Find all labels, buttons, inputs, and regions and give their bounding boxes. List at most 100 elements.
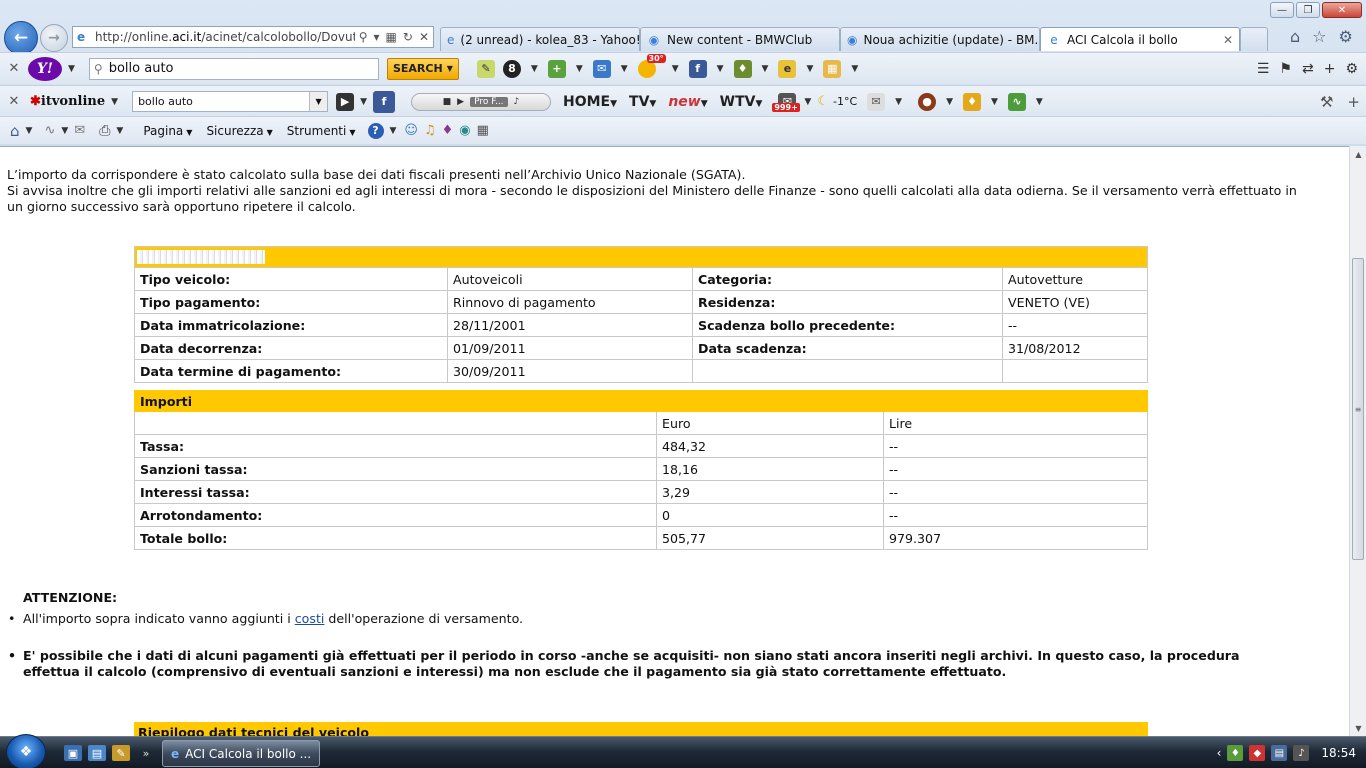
network-icon[interactable]: ▤ [1271,745,1288,761]
play-icon[interactable]: ▶ [457,97,464,107]
menu-strumenti[interactable]: Strumenti ▼ [287,124,356,138]
show-desktop-icon[interactable]: ▣ [64,745,82,761]
costi-link[interactable]: costi [295,611,325,626]
menu-sicurezza[interactable]: Sicurezza ▼ [206,124,272,138]
feeds-icon[interactable]: ∿ [44,123,55,138]
tab-bmwclub-noua-achizitie[interactable]: ◉ Noua achizitie (update) - BM... [840,27,1040,51]
tools-icon[interactable]: ▦ [477,123,489,138]
itv-search-input[interactable]: bollo auto ▼ [132,91,329,112]
chevron-down-icon[interactable]: ▼ [116,126,123,136]
tab-aci-calcola-bollo[interactable]: e ACI Calcola il bollo ✕ [1040,27,1240,51]
research-icon[interactable]: ♫ [424,123,436,138]
chevron-down-icon[interactable]: ▼ [895,97,902,107]
stop-icon[interactable]: ✕ [419,30,429,44]
chevron-down-icon[interactable]: ▼ [762,64,769,74]
address-url[interactable]: http://online.aci.it/acinet/calcolobollo… [95,30,355,44]
print-icon[interactable]: ⎙ [99,123,110,139]
minimize-button[interactable]: — [1270,2,1294,18]
volume-icon[interactable]: ♪ [514,97,520,107]
inbox-icon[interactable]: ✉ 999+ [772,92,800,112]
more-quicklaunch-icon[interactable]: » [140,745,152,761]
plus-icon[interactable]: + [1347,93,1360,111]
volume-icon[interactable]: ♪ [1293,745,1310,761]
menu-home[interactable]: HOME▼ [563,94,617,110]
chevron-down-icon[interactable]: ▼ [621,64,628,74]
favorites-star-icon[interactable]: ☆ [1312,27,1326,46]
explorer-icon[interactable]: ▤ [88,745,106,761]
close-tab-icon[interactable]: ✕ [1217,33,1233,47]
notes-icon[interactable]: ▦ [823,59,842,78]
swap-icon[interactable]: ⇄ [1302,61,1314,77]
clock[interactable]: 18:54 [1321,746,1356,760]
yahoo-search-button[interactable]: SEARCH ▼ [386,57,459,80]
home-icon[interactable]: ⌂ [10,122,20,140]
settings-icon[interactable]: ⚙ [1345,61,1358,77]
address-bar[interactable]: e http://online.aci.it/acinet/calcolobol… [72,26,434,48]
wrench-icon[interactable]: ⚒ [1320,93,1333,111]
rss-icon[interactable]: ∿ [1007,92,1026,111]
yahoo-search-input[interactable]: ⚲ bollo auto [88,57,379,80]
plus-icon[interactable]: + [1324,61,1336,77]
addon-icon[interactable]: ♦ [442,123,454,138]
weather-icon[interactable]: 30° [637,53,666,78]
taskbar-ie-window[interactable]: e ACI Calcola il bollo ... [162,740,320,767]
close-toolbar-icon[interactable]: ✕ [0,61,28,76]
search-icon[interactable]: ⚲ [359,30,368,44]
bell-icon[interactable]: ⚑ [1279,61,1292,77]
home-icon[interactable]: ⌂ [1290,27,1300,46]
chevron-down-icon[interactable]: ▼ [991,97,998,107]
read-mail-icon[interactable]: ✉ [74,123,85,138]
facebook-icon[interactable]: f [372,90,395,113]
close-toolbar-icon[interactable]: ✕ [0,94,28,109]
chevron-down-icon[interactable]: ▼ [68,64,75,74]
scroll-up-icon[interactable]: ▲ [1350,146,1366,162]
new-tab-button[interactable] [1240,27,1268,51]
scroll-thumb[interactable]: ≡ [1352,258,1364,560]
close-window-button[interactable]: ✕ [1322,2,1362,18]
tray-security-icon[interactable]: ◆ [1249,745,1266,761]
chevron-down-icon[interactable]: ▼ [531,64,538,74]
chevron-down-icon[interactable]: ▼ [360,97,367,107]
back-button[interactable]: ← [4,21,38,55]
tab-bmwclub-new-content[interactable]: ◉ New content - BMWClub [640,27,840,51]
go-icon[interactable]: ▶ [336,92,355,111]
forward-button[interactable]: → [40,24,68,52]
radio-player[interactable]: ■ ▶ Pro F... ♪ [410,92,551,111]
refresh-icon[interactable]: ↻ [403,30,413,44]
gear-icon[interactable]: ⚙ [1339,27,1353,46]
chevron-down-icon[interactable]: ▼ [806,64,813,74]
chevron-down-icon[interactable]: ▼ [309,92,328,111]
app-icon[interactable]: ✎ [112,745,130,761]
restore-button[interactable]: ❐ [1296,2,1320,18]
menu-tv[interactable]: TV▼ [629,94,656,110]
chevron-down-icon[interactable]: ▼ [672,64,679,74]
chevron-down-icon[interactable]: ▼ [1036,97,1043,107]
mail-icon[interactable]: ✉ [867,92,886,111]
bookmark-add-icon[interactable]: + [547,59,566,78]
football-icon[interactable]: ● [918,92,937,111]
scroll-down-icon[interactable]: ▼ [1350,720,1366,736]
help-icon[interactable]: ? [367,122,384,139]
compat-view-icon[interactable]: ▦ [386,30,397,44]
menu-new[interactable]: new▼ [668,94,707,110]
tray-app-icon[interactable]: ♦ [1227,745,1244,761]
tab-yahoo-mail[interactable]: e (2 unread) - kolea_83 - Yahoo! ... [440,27,640,51]
translate-icon[interactable]: ◉ [459,123,470,138]
chevron-down-icon[interactable]: ▼ [851,64,858,74]
chevron-down-icon[interactable]: ▼ [717,64,724,74]
messenger-icon[interactable]: ☺ [404,123,418,138]
menu-pagina[interactable]: Pagina ▼ [143,124,192,138]
start-button[interactable]: ❖ [6,734,46,768]
yahoo-logo[interactable]: Y! [28,56,62,81]
chevron-down-icon[interactable]: ▼ [576,64,583,74]
tray-expand-icon[interactable]: ‹ [1217,746,1222,760]
gift-icon[interactable]: ♦ [963,92,981,111]
list-icon[interactable]: ☰ [1257,61,1270,77]
chevron-down-icon[interactable]: ▼ [804,97,811,107]
mail-icon[interactable]: ✉ [592,59,611,78]
stop-icon[interactable]: ■ [443,97,452,107]
highlighter-icon[interactable]: ✎ [476,59,495,78]
vertical-scrollbar[interactable]: ▲ ≡ ▼ [1349,146,1366,736]
eight-ball-icon[interactable]: 8 [502,59,521,78]
itvonline-logo[interactable]: ✱itvonline [30,94,105,109]
